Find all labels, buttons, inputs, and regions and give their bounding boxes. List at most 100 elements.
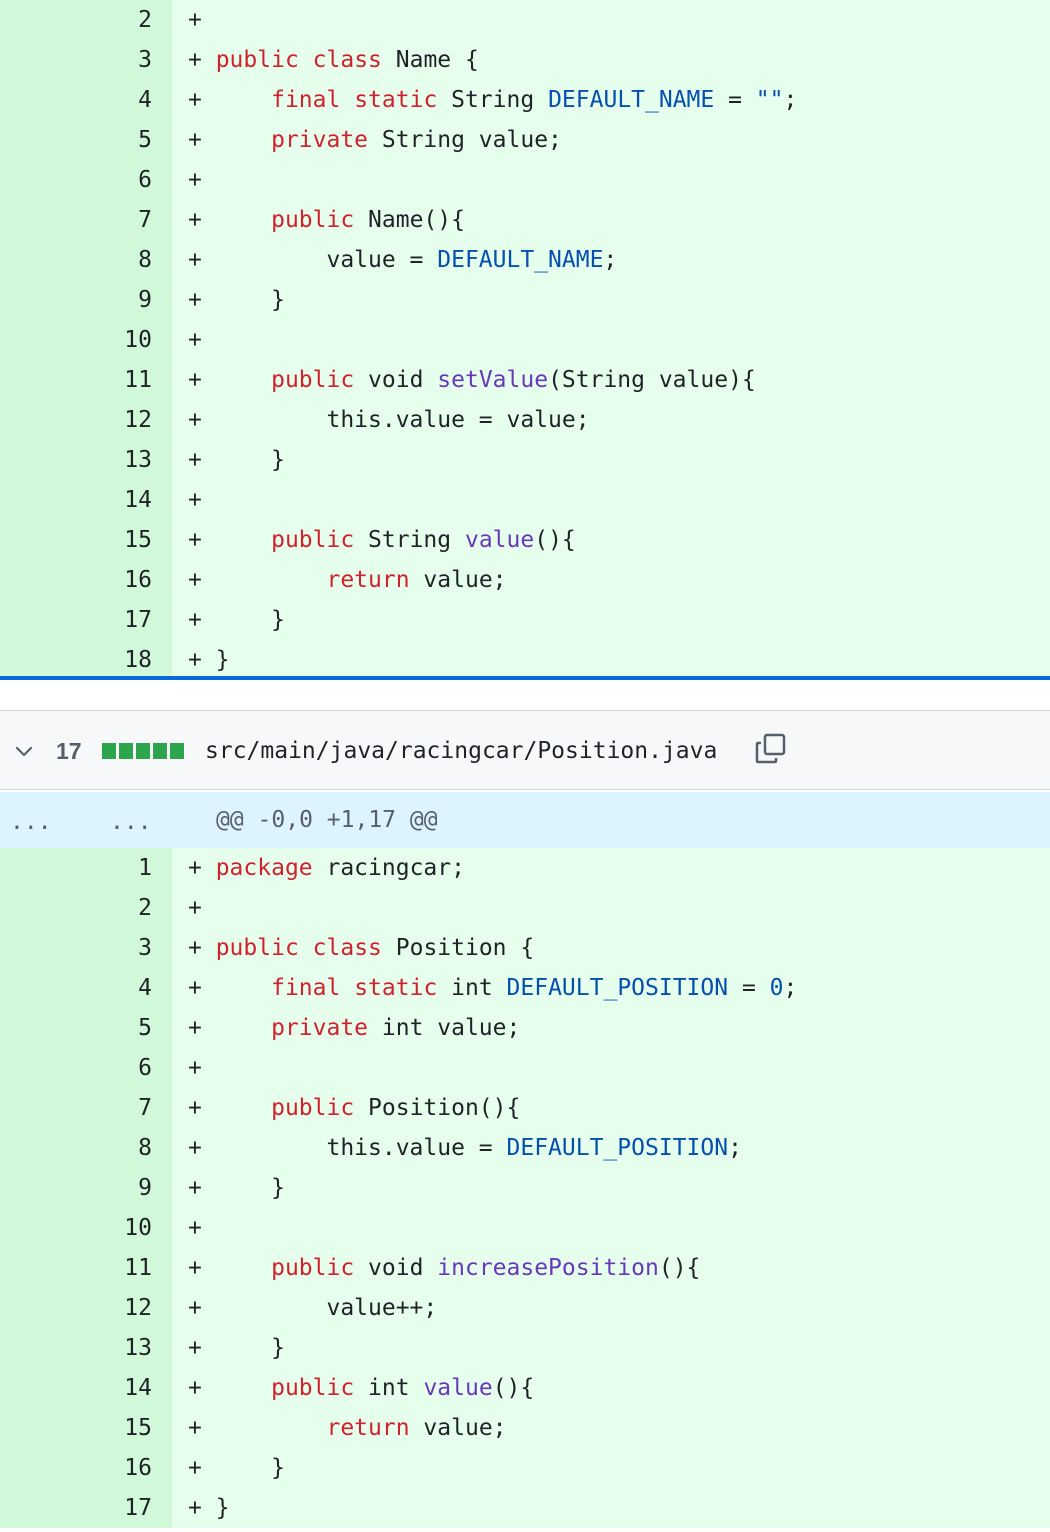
line-number-gutter[interactable]: 13 [0, 440, 172, 480]
hunk-gutter[interactable]: ... ... [0, 792, 172, 848]
diff-line: 7 + public Name(){ [0, 200, 1050, 240]
line-number-gutter[interactable]: 14 [0, 480, 172, 520]
expand-left-dots[interactable]: ... [10, 792, 52, 852]
line-number[interactable]: 14 [32, 1368, 152, 1408]
code-cell: + package racingcar; [172, 848, 1050, 888]
diffstat-bar [102, 743, 187, 759]
line-number[interactable]: 1 [32, 848, 152, 888]
line-number[interactable]: 14 [32, 480, 152, 520]
line-number-gutter[interactable]: 12 [0, 400, 172, 440]
line-number-gutter[interactable]: 6 [0, 1048, 172, 1088]
line-number[interactable]: 8 [32, 240, 152, 280]
line-number[interactable]: 13 [32, 1328, 152, 1368]
line-number[interactable]: 10 [32, 320, 152, 360]
line-number-gutter[interactable]: 5 [0, 1008, 172, 1048]
line-number-gutter[interactable]: 4 [0, 80, 172, 120]
line-number[interactable]: 4 [32, 80, 152, 120]
line-number-gutter[interactable]: 16 [0, 1448, 172, 1488]
chevron-down-icon[interactable] [12, 739, 36, 763]
diff-lines: 2 +3 + public class Name {4 + final static … [0, 0, 1050, 680]
line-number[interactable]: 12 [32, 400, 152, 440]
line-number-gutter[interactable]: 3 [0, 40, 172, 80]
line-number[interactable]: 15 [32, 520, 152, 560]
line-number[interactable]: 16 [32, 560, 152, 600]
line-number-gutter[interactable]: 11 [0, 1248, 172, 1288]
line-number[interactable]: 15 [32, 1408, 152, 1448]
code-cell: + [172, 160, 1050, 200]
line-number[interactable]: 17 [32, 1488, 152, 1528]
diffstat-block [170, 743, 184, 759]
line-number-gutter[interactable]: 9 [0, 280, 172, 320]
line-number[interactable]: 3 [32, 928, 152, 968]
code-cell: + return value; [172, 1408, 1050, 1448]
line-number[interactable]: 5 [32, 120, 152, 160]
copy-icon[interactable] [754, 732, 788, 766]
diff-lines: 1 + package racingcar; 2 +3 + public class P… [0, 848, 1050, 1528]
line-number[interactable]: 11 [32, 360, 152, 400]
line-number[interactable]: 9 [32, 280, 152, 320]
line-number-gutter[interactable]: 8 [0, 1128, 172, 1168]
line-number-gutter[interactable]: 2 [0, 888, 172, 928]
line-number[interactable]: 2 [32, 888, 152, 928]
code-text: + this.value = value; [188, 407, 590, 433]
line-number[interactable]: 3 [32, 40, 152, 80]
line-number-gutter[interactable]: 10 [0, 1208, 172, 1248]
line-number[interactable]: 2 [32, 0, 152, 40]
line-number-gutter[interactable]: 15 [0, 520, 172, 560]
code-text: + } [188, 287, 285, 313]
code-cell: + public class Position { [172, 928, 1050, 968]
code-text: + private String value; [188, 127, 562, 153]
line-number[interactable]: 10 [32, 1208, 152, 1248]
line-number[interactable]: 12 [32, 1288, 152, 1328]
line-number-gutter[interactable]: 12 [0, 1288, 172, 1328]
line-number-gutter[interactable]: 10 [0, 320, 172, 360]
line-number[interactable]: 6 [32, 160, 152, 200]
line-number-gutter[interactable]: 17 [0, 600, 172, 640]
line-number-gutter[interactable]: 15 [0, 1408, 172, 1448]
line-number-gutter[interactable]: 18 [0, 640, 172, 680]
line-number[interactable]: 16 [32, 1448, 152, 1488]
diff-line: 9 + } [0, 1168, 1050, 1208]
line-number[interactable]: 7 [32, 1088, 152, 1128]
line-number[interactable]: 18 [32, 640, 152, 680]
line-number[interactable]: 11 [32, 1248, 152, 1288]
line-number-gutter[interactable]: 1 [0, 848, 172, 888]
line-number[interactable]: 4 [32, 968, 152, 1008]
line-number-gutter[interactable]: 16 [0, 560, 172, 600]
line-number[interactable]: 7 [32, 200, 152, 240]
line-number-gutter[interactable]: 4 [0, 968, 172, 1008]
diff-line: 9 + } [0, 280, 1050, 320]
code-cell: + public void increasePosition(){ [172, 1248, 1050, 1288]
code-text: + } [188, 647, 230, 673]
line-number[interactable]: 13 [32, 440, 152, 480]
line-number-gutter[interactable]: 9 [0, 1168, 172, 1208]
code-text: + public class Name { [188, 47, 479, 73]
diff-line: 8 + this.value = DEFAULT_POSITION; [0, 1128, 1050, 1168]
line-number-gutter[interactable]: 3 [0, 928, 172, 968]
diff-section-name-java: 2 +3 + public class Name {4 + final static … [0, 0, 1050, 680]
line-number-gutter[interactable]: 6 [0, 160, 172, 200]
file-path-link[interactable]: src/main/java/racingcar/Position.java [205, 711, 717, 791]
code-cell: + } [172, 1168, 1050, 1208]
line-number[interactable]: 6 [32, 1048, 152, 1088]
line-number-gutter[interactable]: 13 [0, 1328, 172, 1368]
code-text: + [188, 327, 202, 353]
diff-line: 13 + } [0, 440, 1050, 480]
line-number-gutter[interactable]: 14 [0, 1368, 172, 1408]
file-separator [0, 676, 1050, 680]
diff-line: 3 + public class Position { [0, 928, 1050, 968]
line-number-gutter[interactable]: 7 [0, 200, 172, 240]
line-number[interactable]: 17 [32, 600, 152, 640]
line-number-gutter[interactable]: 5 [0, 120, 172, 160]
line-number[interactable]: 8 [32, 1128, 152, 1168]
line-number-gutter[interactable]: 2 [0, 0, 172, 40]
line-number-gutter[interactable]: 7 [0, 1088, 172, 1128]
diff-line: 12 + value++; [0, 1288, 1050, 1328]
line-number-gutter[interactable]: 17 [0, 1488, 172, 1528]
line-number[interactable]: 5 [32, 1008, 152, 1048]
line-number-gutter[interactable]: 8 [0, 240, 172, 280]
line-number[interactable]: 9 [32, 1168, 152, 1208]
expand-right-dots[interactable]: ... [110, 792, 152, 852]
line-number-gutter[interactable]: 11 [0, 360, 172, 400]
code-cell: + [172, 320, 1050, 360]
